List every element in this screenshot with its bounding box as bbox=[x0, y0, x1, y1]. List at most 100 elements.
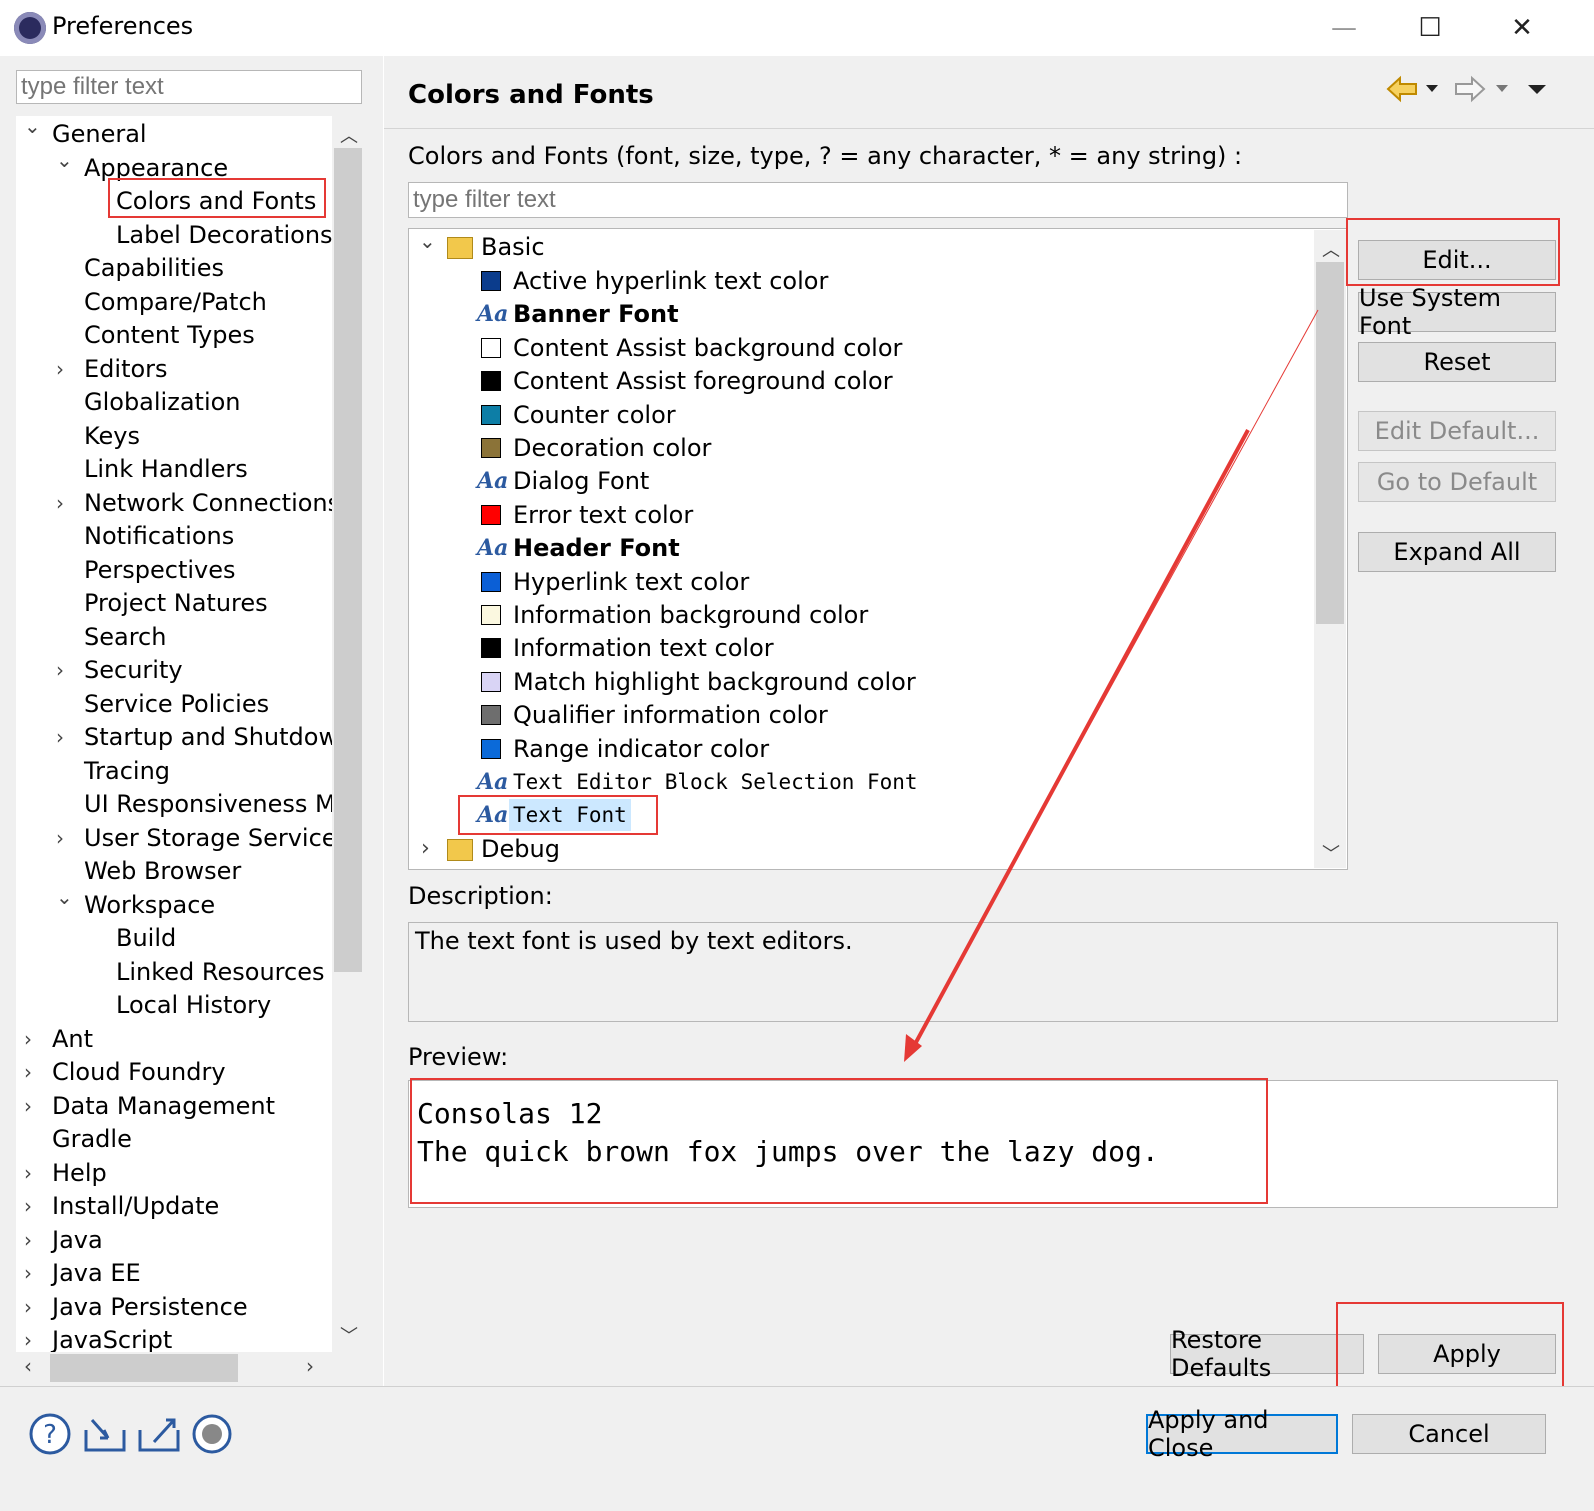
colors-fonts-filter-input[interactable] bbox=[408, 182, 1348, 218]
tree-item[interactable]: Keys bbox=[84, 420, 140, 452]
cancel-button[interactable]: Cancel bbox=[1352, 1414, 1546, 1454]
tree-item[interactable]: Startup and Shutdown bbox=[84, 721, 332, 753]
expand-arrow-icon[interactable]: › bbox=[56, 725, 64, 749]
expand-arrow-icon[interactable]: › bbox=[56, 658, 64, 682]
tree-item[interactable]: Compare/Patch bbox=[84, 286, 267, 318]
tree-item[interactable]: Help bbox=[52, 1157, 107, 1189]
import-icon[interactable] bbox=[84, 1419, 126, 1452]
list-item[interactable]: Active hyperlink text color bbox=[409, 265, 1309, 297]
apply-and-close-button[interactable]: Apply and Close bbox=[1146, 1406, 1338, 1462]
list-item[interactable]: Error text color bbox=[409, 499, 1309, 531]
back-menu-icon[interactable] bbox=[1426, 85, 1438, 92]
preference-filter-input[interactable] bbox=[16, 70, 362, 104]
tree-item[interactable]: Tracing bbox=[84, 755, 170, 787]
tree-item[interactable]: Build bbox=[116, 922, 176, 954]
tree-item[interactable]: Perspectives bbox=[84, 554, 236, 586]
tree-item[interactable]: Search bbox=[84, 621, 166, 653]
tree-item[interactable]: Data Management bbox=[52, 1090, 275, 1122]
list-item[interactable]: Qualifier information color bbox=[409, 699, 1309, 731]
scroll-down-icon[interactable]: ﹀ bbox=[340, 1322, 358, 1348]
tree-item[interactable]: Link Handlers bbox=[84, 453, 248, 485]
reset-button[interactable]: Reset bbox=[1358, 342, 1556, 382]
tree-item[interactable]: Label Decorations bbox=[116, 219, 332, 251]
tree-item[interactable]: Web Browser bbox=[84, 855, 241, 887]
list-item[interactable]: Decoration color bbox=[409, 432, 1309, 464]
tree-item[interactable]: Cloud Foundry bbox=[52, 1056, 226, 1088]
list-item[interactable]: Range indicator color bbox=[409, 733, 1309, 765]
tree-hscroll-thumb[interactable] bbox=[50, 1354, 238, 1382]
view-menu-icon[interactable] bbox=[1528, 85, 1546, 94]
go-to-default-button[interactable]: Go to Default bbox=[1358, 462, 1556, 502]
group-basic[interactable]: ⌄ Basic bbox=[409, 229, 1309, 263]
tree-item[interactable]: UI Responsiveness Mc bbox=[84, 788, 332, 820]
expand-arrow-icon[interactable]: › bbox=[56, 491, 64, 515]
collapse-arrow-icon[interactable]: ⌄ bbox=[56, 885, 73, 909]
collapse-arrow-icon[interactable]: ⌄ bbox=[419, 229, 436, 257]
tree-item[interactable]: Workspace bbox=[84, 889, 215, 921]
tree-item[interactable]: Linked Resources bbox=[116, 956, 325, 988]
tree-item[interactable]: Gradle bbox=[52, 1123, 132, 1155]
expand-arrow-icon[interactable]: › bbox=[24, 1060, 32, 1084]
tree-item[interactable]: Content Types bbox=[84, 319, 255, 351]
expand-arrow-icon[interactable]: › bbox=[421, 833, 430, 865]
help-icon[interactable]: ? bbox=[29, 1413, 71, 1455]
minimize-button[interactable]: — bbox=[1314, 8, 1374, 48]
tree-item[interactable]: General bbox=[52, 118, 147, 150]
tree-item[interactable]: JavaScript bbox=[52, 1324, 172, 1352]
list-item[interactable]: Hyperlink text color bbox=[409, 566, 1309, 598]
tree-item[interactable]: Editors bbox=[84, 353, 168, 385]
restore-defaults-button[interactable]: Restore Defaults bbox=[1170, 1326, 1364, 1382]
list-item[interactable]: Aa Text Editor Block Selection Font bbox=[409, 766, 1309, 798]
expand-arrow-icon[interactable]: › bbox=[56, 826, 64, 850]
tree-item[interactable]: Service Policies bbox=[84, 688, 269, 720]
list-item[interactable]: Content Assist background color bbox=[409, 332, 1309, 364]
back-icon[interactable] bbox=[1386, 75, 1417, 103]
tree-item[interactable]: Ant bbox=[52, 1023, 93, 1055]
scroll-up-icon[interactable]: ︿ bbox=[340, 122, 358, 148]
tree-item[interactable]: Project Natures bbox=[84, 587, 268, 619]
expand-arrow-icon[interactable]: › bbox=[24, 1328, 32, 1352]
close-button[interactable]: ✕ bbox=[1492, 8, 1552, 48]
tree-item[interactable]: User Storage Service bbox=[84, 822, 332, 854]
expand-arrow-icon[interactable]: › bbox=[24, 1228, 32, 1252]
tree-item[interactable]: Notifications bbox=[84, 520, 234, 552]
tree-item[interactable]: Local History bbox=[116, 989, 271, 1021]
list-item[interactable]: Information background color bbox=[409, 599, 1309, 631]
expand-arrow-icon[interactable]: › bbox=[24, 1027, 32, 1051]
tree-scroll-thumb[interactable] bbox=[334, 148, 362, 972]
list-item[interactable]: Content Assist foreground color bbox=[409, 365, 1309, 397]
record-icon[interactable] bbox=[192, 1414, 232, 1454]
forward-menu-icon[interactable] bbox=[1496, 85, 1508, 92]
tree-item[interactable]: Java Persistence bbox=[52, 1291, 248, 1323]
export-icon[interactable] bbox=[138, 1418, 180, 1452]
list-item[interactable]: Aa Header Font bbox=[409, 532, 1309, 564]
list-scroll-down-icon[interactable]: ﹀ bbox=[1322, 840, 1340, 866]
expand-arrow-icon[interactable]: › bbox=[56, 357, 64, 381]
expand-all-button[interactable]: Expand All bbox=[1358, 532, 1556, 572]
tree-item[interactable]: Capabilities bbox=[84, 252, 224, 284]
maximize-button[interactable]: ☐ bbox=[1400, 8, 1460, 48]
use-system-font-button[interactable]: Use System Font bbox=[1358, 284, 1556, 340]
collapse-arrow-icon[interactable]: ⌄ bbox=[24, 116, 41, 138]
tree-item[interactable]: Security bbox=[84, 654, 183, 686]
scroll-left-icon[interactable]: ‹ bbox=[24, 1354, 32, 1378]
expand-arrow-icon[interactable]: › bbox=[24, 1161, 32, 1185]
list-item[interactable]: Counter color bbox=[409, 399, 1309, 431]
collapse-arrow-icon[interactable]: ⌄ bbox=[56, 148, 73, 172]
forward-icon[interactable] bbox=[1455, 75, 1486, 103]
tree-item[interactable]: Java bbox=[52, 1224, 103, 1256]
expand-arrow-icon[interactable]: › bbox=[24, 1295, 32, 1319]
scroll-right-icon[interactable]: › bbox=[306, 1354, 314, 1378]
tree-item[interactable]: Network Connections bbox=[84, 487, 332, 519]
list-scroll-up-icon[interactable]: ︿ bbox=[1322, 236, 1340, 262]
list-scroll-thumb[interactable] bbox=[1316, 262, 1344, 624]
expand-arrow-icon[interactable]: › bbox=[24, 1194, 32, 1218]
tree-item[interactable]: Java EE bbox=[52, 1257, 141, 1289]
tree-item[interactable]: Globalization bbox=[84, 386, 241, 418]
edit-default-button[interactable]: Edit Default... bbox=[1358, 411, 1556, 451]
expand-arrow-icon[interactable]: › bbox=[24, 1261, 32, 1285]
list-item[interactable]: Match highlight background color bbox=[409, 666, 1309, 698]
list-item[interactable]: Aa Dialog Font bbox=[409, 465, 1309, 497]
group-debug[interactable]: › Debug bbox=[409, 833, 1309, 865]
list-item[interactable]: Aa Banner Font bbox=[409, 298, 1309, 330]
